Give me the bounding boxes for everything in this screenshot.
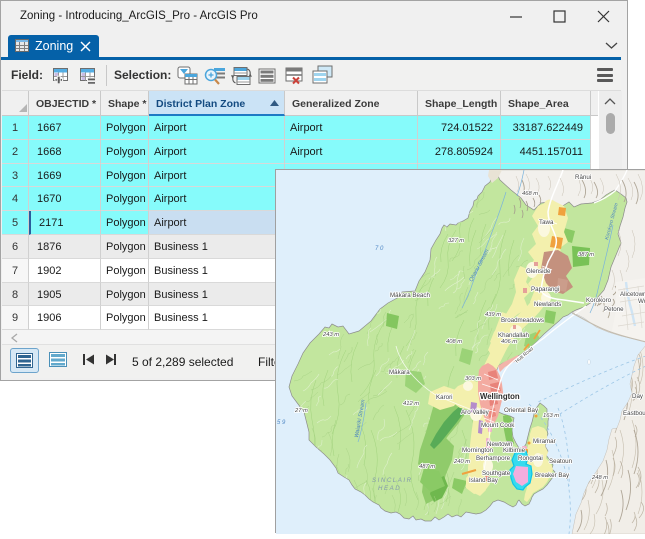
svg-text:327 m: 327 m xyxy=(448,238,464,244)
svg-text:Mākara: Mākara xyxy=(389,369,410,376)
svg-text:Mount Cook: Mount Cook xyxy=(481,422,515,429)
svg-text:Mākara Beach: Mākara Beach xyxy=(390,292,430,299)
svg-text:Petone: Petone xyxy=(604,306,624,313)
svg-text:SINCLAIR: SINCLAIR xyxy=(372,477,413,484)
svg-text:Wellington: Wellington xyxy=(480,392,520,401)
svg-text:Paparangi: Paparangi xyxy=(531,286,559,293)
svg-text:Miramar: Miramar xyxy=(533,438,556,445)
svg-text:408 m: 408 m xyxy=(446,339,462,345)
svg-text:HEAD: HEAD xyxy=(378,485,401,492)
svg-text:Berhampore: Berhampore xyxy=(476,455,511,462)
svg-text:Island Bay: Island Bay xyxy=(469,477,499,484)
svg-text:240 m: 240 m xyxy=(453,459,470,465)
svg-text:Alicetown: Alicetown xyxy=(620,291,645,298)
svg-text:Oriental Bay: Oriental Bay xyxy=(504,407,539,414)
svg-text:439 m: 439 m xyxy=(485,312,501,318)
svg-text:Seatoun: Seatoun xyxy=(549,458,573,465)
svg-text:303 m: 303 m xyxy=(465,376,481,382)
svg-text:468 m: 468 m xyxy=(522,191,538,197)
svg-text:406 m: 406 m xyxy=(501,339,517,345)
svg-text:Mornington: Mornington xyxy=(462,447,494,454)
svg-text:Rānui: Rānui xyxy=(575,174,591,181)
svg-text:Wo: Wo xyxy=(638,298,645,305)
svg-text:243 m: 243 m xyxy=(322,332,339,338)
svg-text:248 m: 248 m xyxy=(591,475,608,481)
svg-text:Korokoro: Korokoro xyxy=(586,297,612,304)
svg-text:Rongotai: Rongotai xyxy=(518,455,543,462)
svg-text:163 m: 163 m xyxy=(543,413,559,419)
svg-text:Breaker Bay: Breaker Bay xyxy=(535,472,570,479)
svg-text:27 m: 27 m xyxy=(294,408,308,414)
svg-text:Eastbou: Eastbou xyxy=(623,410,645,417)
svg-text:Tawa: Tawa xyxy=(539,219,554,226)
svg-text:Kilbirnie: Kilbirnie xyxy=(503,447,526,454)
svg-text:Day: Day xyxy=(632,393,644,400)
svg-text:Karori: Karori xyxy=(436,394,453,401)
svg-text:387 m: 387 m xyxy=(578,252,594,258)
svg-text:Newlands: Newlands xyxy=(534,301,561,308)
svg-text:Glenside: Glenside xyxy=(526,268,551,275)
svg-text:412 m: 412 m xyxy=(403,401,419,407)
svg-text:7 0: 7 0 xyxy=(375,246,384,252)
svg-text:487 m: 487 m xyxy=(419,464,435,470)
svg-text:Broadmeadows: Broadmeadows xyxy=(501,317,544,324)
svg-text:Southgate: Southgate xyxy=(482,470,511,477)
svg-text:Khandallah: Khandallah xyxy=(498,332,530,339)
svg-text:5 9: 5 9 xyxy=(277,420,286,426)
svg-text:Aro Valley: Aro Valley xyxy=(461,409,490,416)
